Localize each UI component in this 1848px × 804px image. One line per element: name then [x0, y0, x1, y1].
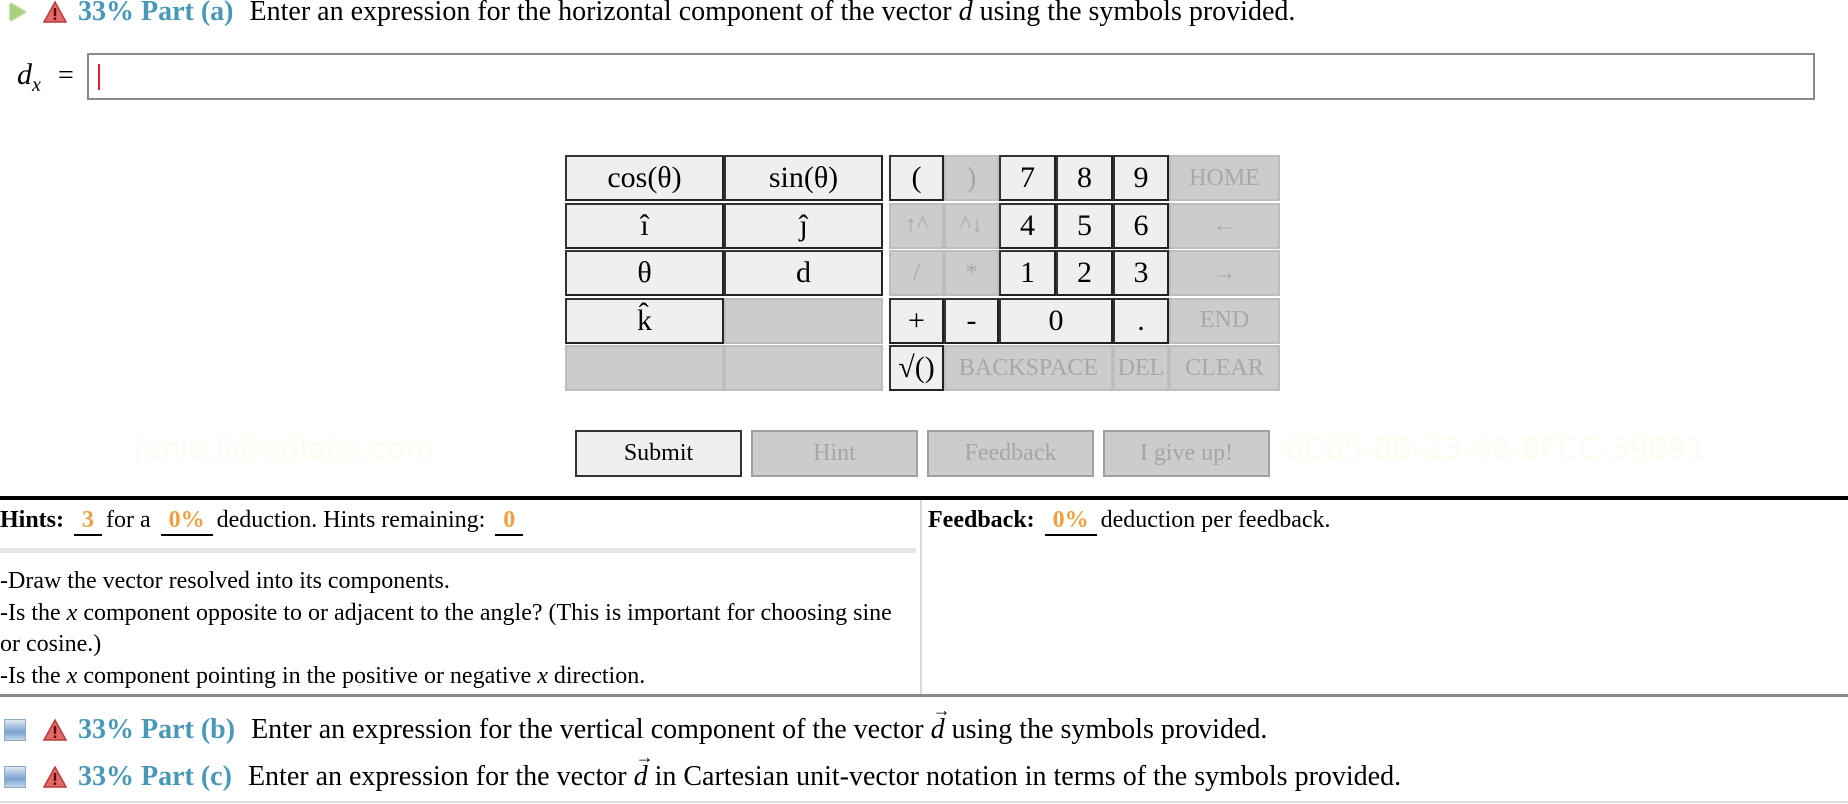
key-3[interactable]: 3 — [1113, 250, 1169, 296]
key-0[interactable]: 0 — [999, 297, 1113, 344]
hint-item: -Draw the vector resolved into its compo… — [0, 568, 450, 594]
text-caret — [98, 64, 100, 90]
part-a-prompt: Enter an expression for the horizontal c… — [250, 0, 1296, 28]
key-8[interactable]: 8 — [1056, 155, 1113, 201]
parts-divider — [0, 694, 1848, 697]
key-cos[interactable]: cos(θ) — [565, 155, 724, 201]
key-empty — [724, 345, 883, 391]
key-i-hat[interactable]: î — [565, 202, 724, 249]
warning-icon — [42, 0, 68, 23]
vector-d: → d — [930, 700, 951, 745]
key-del: DEL — [1113, 345, 1169, 391]
key-plus[interactable]: + — [889, 297, 944, 344]
key-end: END — [1169, 297, 1280, 344]
part-b-header[interactable]: 33% Part (b) Enter an expression for the… — [0, 700, 1268, 750]
feedback-deduction: 0% — [1044, 506, 1097, 536]
key-k-hat[interactable]: k̂ — [565, 297, 724, 344]
hint-list: -Draw the vector resolved into its compo… — [0, 566, 900, 692]
key-6[interactable]: 6 — [1113, 202, 1169, 249]
key-empty — [565, 345, 724, 391]
hint-item: -Is the x component opposite to or adjac… — [0, 599, 892, 658]
hint-button[interactable]: Hint — [751, 430, 918, 477]
key-close-paren: ) — [944, 155, 999, 201]
give-up-button[interactable]: I give up! — [1103, 430, 1270, 477]
key-clear: CLEAR — [1169, 345, 1280, 391]
key-d[interactable]: d — [724, 250, 883, 296]
hints-count: 3 — [74, 506, 103, 536]
feedback-button[interactable]: Feedback — [927, 430, 1094, 477]
key-up-caret: ↑^ — [889, 202, 944, 249]
key-2[interactable]: 2 — [1056, 250, 1113, 296]
hint-item: -Is the x component pointing in the posi… — [0, 662, 646, 689]
key-open-paren[interactable]: ( — [889, 155, 944, 201]
part-a-header[interactable]: 33% Part (a) Enter an expression for the… — [0, 0, 1295, 32]
key-backspace: BACKSPACE — [944, 345, 1113, 391]
play-icon — [10, 3, 26, 21]
part-c-header[interactable]: 33% Part (c) Enter an expression for the… — [0, 747, 1402, 797]
key-divide: / — [889, 250, 944, 296]
key-home: HOME — [1169, 155, 1280, 201]
part-b-title: 33% Part (b) — [78, 714, 236, 745]
key-dot[interactable]: . — [1113, 297, 1169, 344]
key-minus[interactable]: - — [944, 297, 999, 344]
vector-d: → d — [633, 747, 654, 792]
key-caret-down: ^↓ — [944, 202, 999, 249]
watermark-email: junle.li@stjlabs.com — [134, 432, 435, 467]
section-divider — [0, 496, 1848, 500]
hints-remaining: 0 — [495, 506, 524, 536]
part-b-prompt: Enter an expression for the vertical com… — [251, 700, 1268, 745]
vector-d: d — [958, 0, 973, 27]
bottom-divider — [0, 801, 1848, 803]
part-c-prompt: Enter an expression for the vector → d in… — [247, 747, 1402, 792]
collapsed-box-icon — [4, 766, 26, 788]
key-sqrt[interactable]: √() — [889, 345, 944, 391]
watermark-code: 6C65-8B-23-48-8FCC-39091 — [1284, 432, 1707, 467]
part-a-title: 33% Part (a) — [78, 0, 234, 27]
column-divider — [920, 500, 922, 694]
hints-summary: Hints: 3 for a 0% deduction. Hints remaini… — [0, 506, 527, 536]
answer-label: dx — [17, 58, 41, 96]
warning-icon — [42, 718, 68, 741]
warning-icon — [42, 765, 68, 788]
key-4[interactable]: 4 — [999, 202, 1056, 249]
key-5[interactable]: 5 — [1056, 202, 1113, 249]
hints-deduction: 0% — [160, 506, 213, 536]
equals-sign: = — [58, 60, 74, 91]
answer-input[interactable] — [87, 53, 1815, 100]
feedback-summary: Feedback: 0% deduction per feedback. — [928, 506, 1331, 536]
key-left-arrow: ← — [1169, 202, 1280, 249]
collapsed-box-icon — [4, 719, 26, 741]
key-theta[interactable]: θ — [565, 250, 724, 296]
key-j-hat[interactable]: ĵ — [724, 202, 883, 249]
key-9[interactable]: 9 — [1113, 155, 1169, 201]
part-c-title: 33% Part (c) — [78, 761, 232, 792]
key-multiply: * — [944, 250, 999, 296]
key-right-arrow: → — [1169, 250, 1280, 296]
key-empty — [724, 297, 883, 344]
key-7[interactable]: 7 — [999, 155, 1056, 201]
key-1[interactable]: 1 — [999, 250, 1056, 296]
submit-button[interactable]: Submit — [575, 430, 742, 477]
hints-separator — [0, 548, 916, 553]
key-sin[interactable]: sin(θ) — [724, 155, 883, 201]
